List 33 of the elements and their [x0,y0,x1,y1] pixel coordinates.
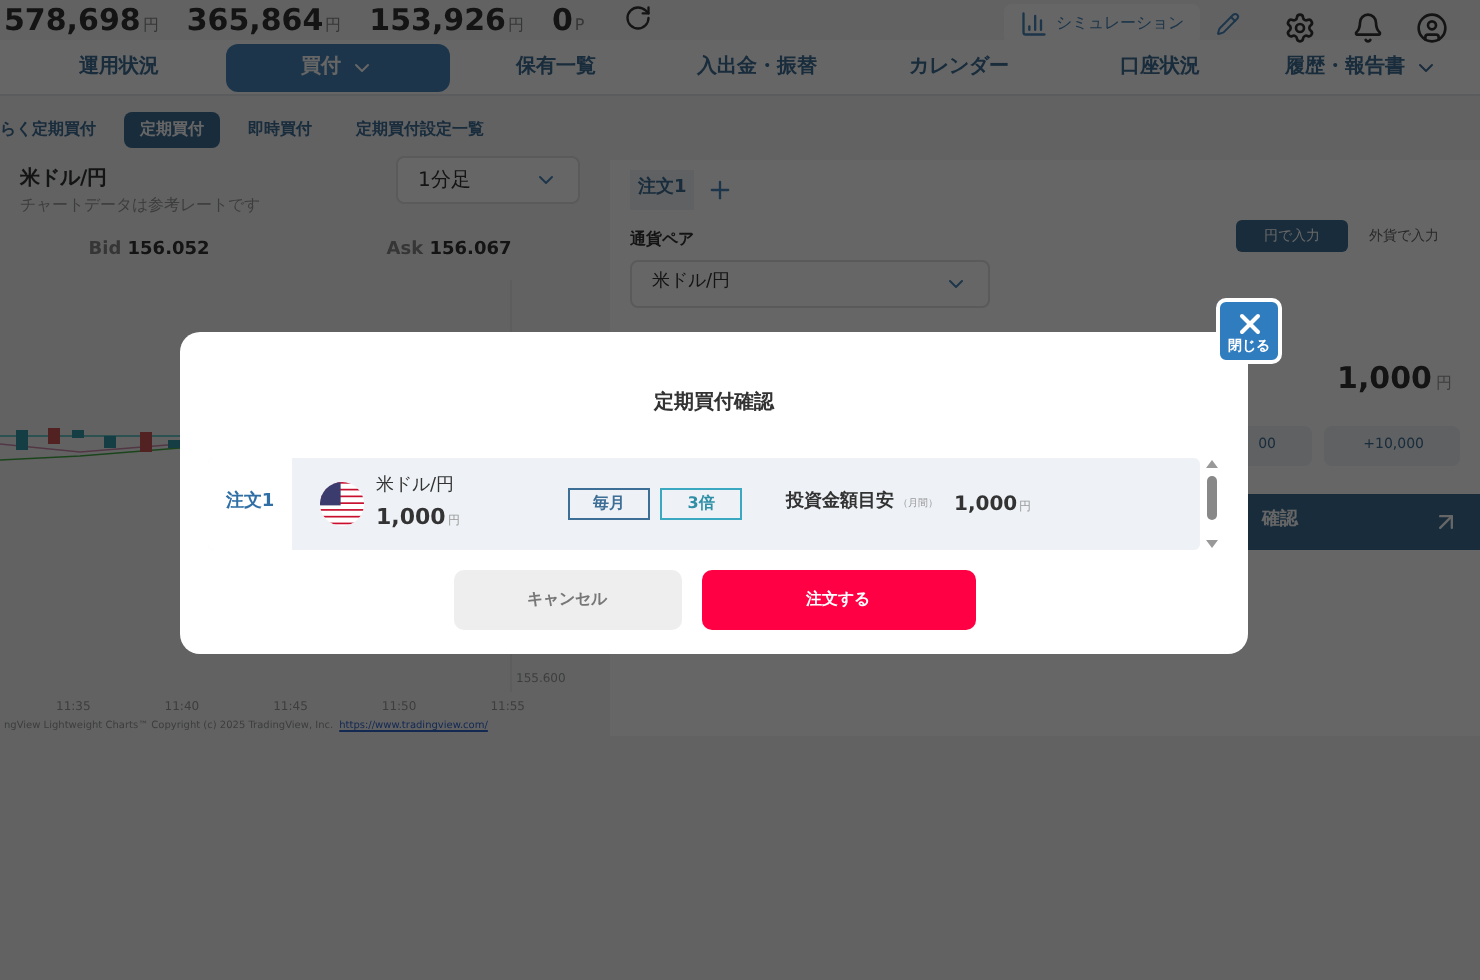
sub-tab[interactable]: らく定期買付 [0,112,112,148]
nav-tab[interactable]: 口座状況 [1065,43,1255,91]
order-tab[interactable]: 注文1 [630,170,695,210]
nav-tab[interactable]: 保有一覧 [461,43,651,91]
nav-tab[interactable]: 買付 [225,43,450,91]
nav-tab[interactable]: カレンダー [864,43,1054,91]
timeframe-select[interactable]: 1分足 [396,156,580,204]
simulation-button[interactable]: シミュレーション [1004,4,1200,44]
edit-icon[interactable] [1216,12,1240,36]
scrollbar[interactable] [1204,458,1220,550]
nav-tab[interactable]: 運用状況 [24,43,214,91]
sub-tab[interactable]: 即時買付 [232,112,328,148]
bar-chart-icon [1020,10,1048,38]
pair-name: 米ドル/円 [20,165,110,194]
submit-order-button[interactable]: 注文する [701,570,975,630]
pair-name: 米ドル/円 [376,474,457,500]
account-icon[interactable] [1416,12,1448,44]
dialog-title: 定期買付確認 [654,388,774,418]
pair-select[interactable]: 米ドル/円 [630,260,990,308]
add-icon[interactable] [706,176,735,204]
field-label: 通貨ペア [630,228,694,252]
notification-icon[interactable] [1352,12,1384,44]
us-flag-icon [320,482,364,526]
sub-tab[interactable]: 定期買付設定一覧 [340,112,500,148]
multiplier-tag: 3倍 [660,488,742,520]
nav-tab[interactable]: 入出金・振替 [662,43,853,91]
order-label: 注文1 [208,458,292,550]
frequency-tag: 毎月 [568,488,650,520]
cancel-button[interactable]: キャンセル [453,570,681,630]
nav-tab[interactable]: 履歴・報告書 [1266,43,1457,91]
refresh-icon[interactable] [624,4,653,32]
sub-tab[interactable]: 定期買付 [124,112,220,148]
settings-icon[interactable] [1284,12,1316,44]
